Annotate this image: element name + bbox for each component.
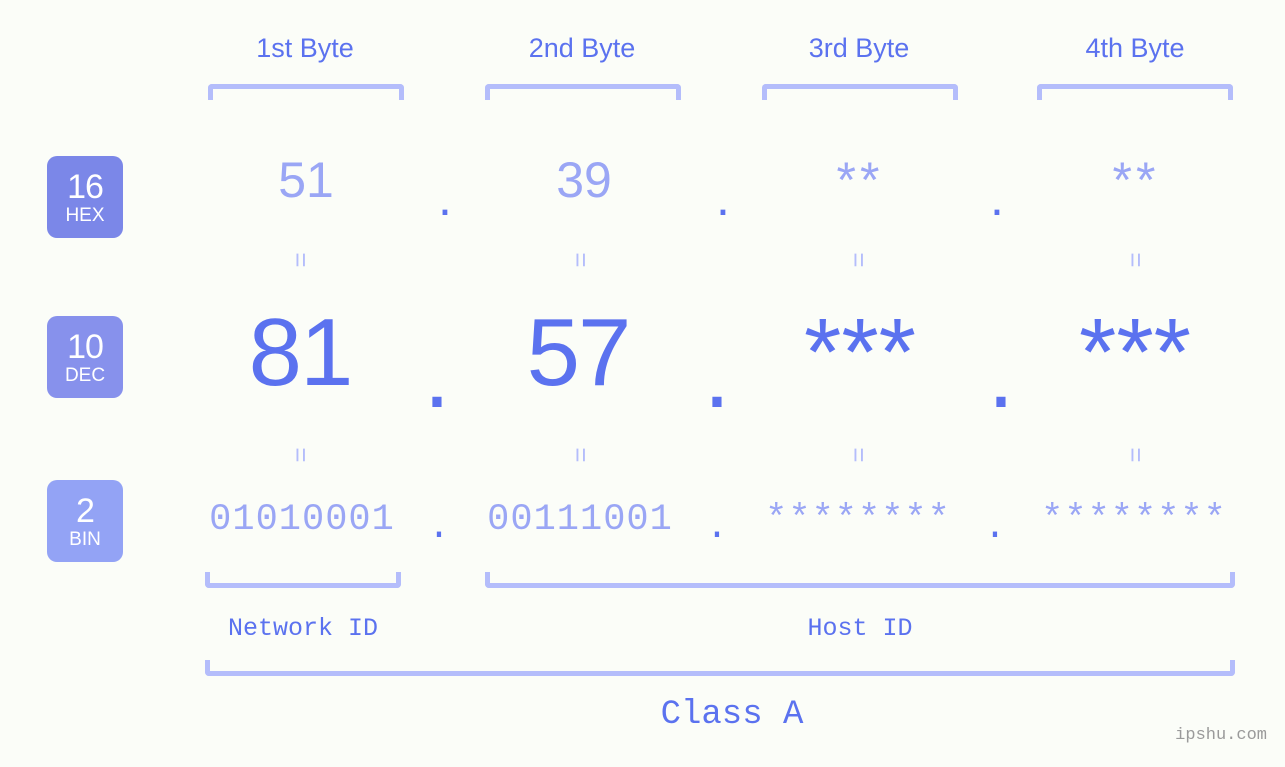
dec-byte-1: 81: [248, 299, 354, 406]
equals-connector-hex-dec-3: =: [844, 252, 874, 268]
dec-byte-4: ***: [1078, 299, 1192, 406]
network-id-label: Network ID: [227, 614, 379, 643]
byte-header-2: 2nd Byte: [528, 33, 636, 63]
bin-byte-4: ********: [1041, 499, 1227, 541]
byte-bracket-3: [762, 84, 958, 100]
class-bracket: [205, 660, 1235, 676]
byte-bracket-2: [485, 84, 681, 100]
hex-byte-3: **: [836, 152, 884, 208]
equals-connector-dec-bin-1: =: [286, 447, 316, 463]
dec-separator-2: .: [703, 321, 731, 428]
equals-connector-dec-bin-2: =: [566, 447, 596, 463]
byte-header-4: 4th Byte: [1085, 33, 1185, 63]
network-id-bracket: [205, 572, 401, 588]
hex-byte-1: 51: [278, 152, 334, 208]
byte-header-1: 1st Byte: [256, 33, 354, 63]
equals-connector-hex-dec-4: =: [1121, 252, 1151, 268]
dec-separator-3: .: [987, 321, 1015, 428]
base-badge-bin[interactable]: 2 BIN: [47, 480, 123, 562]
site-watermark: ipshu.com: [1175, 726, 1267, 745]
bin-byte-3: ********: [765, 499, 951, 541]
hex-byte-2: 39: [556, 152, 612, 208]
byte-bracket-1: [208, 84, 404, 100]
hex-separator-1: .: [438, 170, 452, 226]
equals-connector-hex-dec-1: =: [286, 252, 316, 268]
host-id-label: Host ID: [807, 614, 913, 643]
base-badge-hex-number: 16: [67, 167, 104, 206]
equals-connector-hex-dec-2: =: [566, 252, 596, 268]
base-badge-dec-label: DEC: [64, 364, 106, 386]
equals-connector-dec-bin-4: =: [1121, 447, 1151, 463]
base-badge-bin-number: 2: [76, 491, 95, 530]
byte-header-3: 3rd Byte: [808, 33, 910, 63]
base-badge-hex[interactable]: 16 HEX: [47, 156, 123, 238]
dec-separator-1: .: [423, 321, 451, 428]
equals-connector-dec-bin-3: =: [844, 447, 874, 463]
base-badge-bin-label: BIN: [69, 528, 101, 550]
class-label: Class A: [660, 696, 804, 734]
base-badge-hex-label: HEX: [65, 204, 105, 226]
bin-byte-2: 00111001: [487, 499, 673, 541]
base-badge-dec[interactable]: 10 DEC: [47, 316, 123, 398]
bin-separator-2: .: [705, 507, 729, 549]
hex-byte-4: **: [1112, 152, 1160, 208]
hex-separator-2: .: [716, 170, 730, 226]
ip-breakdown-diagram: 1st Byte 2nd Byte 3rd Byte 4th Byte 16 H…: [0, 0, 1285, 767]
dec-byte-2: 57: [526, 299, 632, 406]
bin-byte-1: 01010001: [209, 499, 395, 541]
bin-separator-3: .: [983, 507, 1007, 549]
bin-separator-1: .: [427, 507, 451, 549]
host-id-bracket: [485, 572, 1235, 588]
byte-bracket-4: [1037, 84, 1233, 100]
base-badge-dec-number: 10: [67, 327, 104, 366]
hex-separator-3: .: [990, 170, 1004, 226]
dec-byte-3: ***: [803, 299, 917, 406]
